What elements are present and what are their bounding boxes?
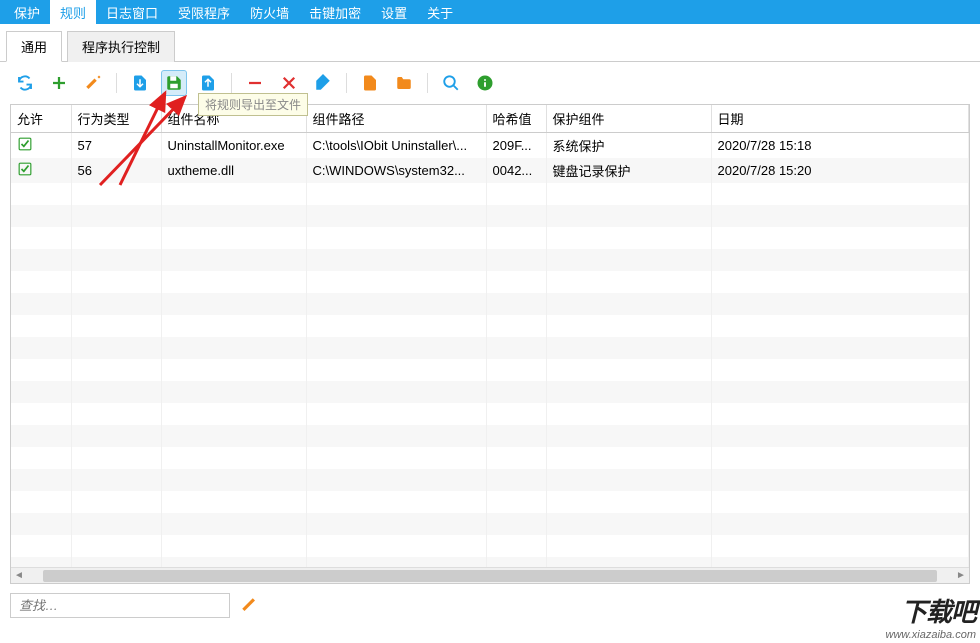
subtab-exec-control[interactable]: 程序执行控制: [67, 31, 175, 62]
menu-keystroke[interactable]: 击键加密: [299, 0, 371, 25]
col-protect[interactable]: 保护组件: [546, 105, 711, 133]
subtabs: 通用 程序执行控制: [0, 30, 980, 62]
search-bar: [10, 592, 970, 618]
clean-icon[interactable]: [310, 70, 336, 96]
separator: [427, 73, 428, 93]
horizontal-scrollbar[interactable]: ◄ ►: [11, 567, 969, 583]
table-row-empty: [11, 535, 969, 557]
cell-protect: 键盘记录保护: [546, 158, 711, 183]
separator: [231, 73, 232, 93]
table-row-empty: [11, 491, 969, 513]
table-header-row: 允许 行为类型 组件名称 组件路径 哈希值 保护组件 日期: [11, 105, 969, 133]
table-row-empty: [11, 381, 969, 403]
table-row-empty: [11, 359, 969, 381]
rules-table: 允许 行为类型 组件名称 组件路径 哈希值 保护组件 日期 57 Uninsta…: [11, 105, 969, 579]
menu-firewall[interactable]: 防火墙: [240, 0, 299, 25]
import-icon[interactable]: [127, 70, 153, 96]
watermark-name: 下载吧: [886, 592, 976, 629]
table-row-empty: [11, 447, 969, 469]
table-row-empty: [11, 315, 969, 337]
col-path[interactable]: 组件路径: [306, 105, 486, 133]
scroll-right-icon[interactable]: ►: [953, 568, 969, 584]
scroll-left-icon[interactable]: ◄: [11, 568, 27, 584]
col-allow[interactable]: 允许: [11, 105, 71, 133]
rules-table-container: 允许 行为类型 组件名称 组件路径 哈希值 保护组件 日期 57 Uninsta…: [10, 104, 970, 584]
edit-icon[interactable]: [80, 70, 106, 96]
cell-path: C:\tools\IObit Uninstaller\...: [306, 133, 486, 159]
cell-hash: 0042...: [486, 158, 546, 183]
cell-allow: [11, 133, 71, 159]
cell-path: C:\WINDOWS\system32...: [306, 158, 486, 183]
watermark: 下载吧 www.xiazaiba.com: [886, 592, 976, 641]
cell-name: uxtheme.dll: [161, 158, 306, 183]
save-icon[interactable]: [161, 70, 187, 96]
table-row-empty: [11, 205, 969, 227]
refresh-icon[interactable]: [12, 70, 38, 96]
table-row-empty: [11, 425, 969, 447]
menu-protect[interactable]: 保护: [4, 0, 50, 25]
col-hash[interactable]: 哈希值: [486, 105, 546, 133]
info-icon[interactable]: [472, 70, 498, 96]
file-icon[interactable]: [357, 70, 383, 96]
menu-log[interactable]: 日志窗口: [96, 0, 168, 25]
cell-date: 2020/7/28 15:20: [711, 158, 969, 183]
table-row-empty: [11, 293, 969, 315]
separator: [346, 73, 347, 93]
search-icon[interactable]: [438, 70, 464, 96]
clear-search-icon[interactable]: [236, 592, 262, 618]
main-menubar: 保护 规则 日志窗口 受限程序 防火墙 击键加密 设置 关于: [0, 0, 980, 24]
menu-settings[interactable]: 设置: [371, 0, 417, 25]
cell-date: 2020/7/28 15:18: [711, 133, 969, 159]
table-row-empty: [11, 337, 969, 359]
subtab-general[interactable]: 通用: [6, 31, 62, 62]
folder-icon[interactable]: [391, 70, 417, 96]
menu-restricted[interactable]: 受限程序: [168, 0, 240, 25]
table-row[interactable]: 57 UninstallMonitor.exe C:\tools\IObit U…: [11, 133, 969, 159]
table-row-empty: [11, 469, 969, 491]
table-row-empty: [11, 183, 969, 205]
menu-rules[interactable]: 规则: [50, 0, 96, 25]
toolbar: [0, 62, 980, 104]
scroll-thumb[interactable]: [43, 570, 937, 582]
cell-hash: 209F...: [486, 133, 546, 159]
col-type[interactable]: 行为类型: [71, 105, 161, 133]
add-icon[interactable]: [46, 70, 72, 96]
cell-allow: [11, 158, 71, 183]
table-row-empty: [11, 249, 969, 271]
menu-about[interactable]: 关于: [417, 0, 463, 25]
table-row[interactable]: 56 uxtheme.dll C:\WINDOWS\system32... 00…: [11, 158, 969, 183]
watermark-url: www.xiazaiba.com: [886, 629, 976, 641]
table-row-empty: [11, 513, 969, 535]
tooltip: 将规则导出至文件: [198, 93, 308, 116]
cell-name: UninstallMonitor.exe: [161, 133, 306, 159]
cell-type: 56: [71, 158, 161, 183]
separator: [116, 73, 117, 93]
table-row-empty: [11, 271, 969, 293]
table-row-empty: [11, 227, 969, 249]
cell-type: 57: [71, 133, 161, 159]
cell-protect: 系统保护: [546, 133, 711, 159]
col-date[interactable]: 日期: [711, 105, 969, 133]
search-input[interactable]: [10, 593, 230, 618]
table-row-empty: [11, 403, 969, 425]
